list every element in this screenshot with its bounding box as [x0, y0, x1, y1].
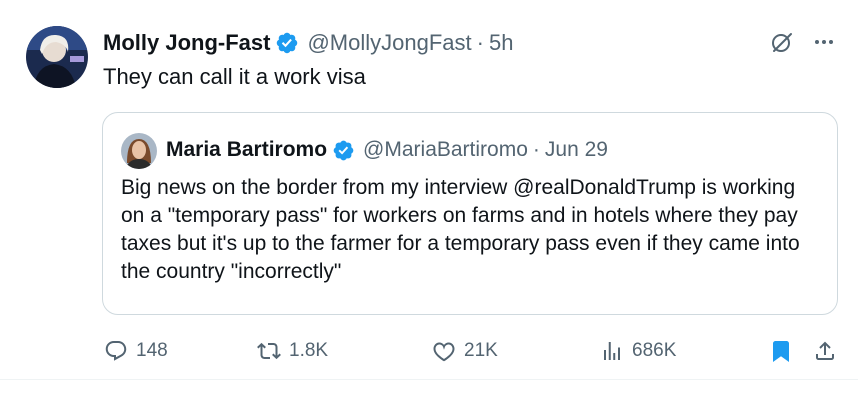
- repost-icon: [257, 342, 281, 360]
- repost-button[interactable]: 1.8K: [257, 331, 328, 371]
- quoted-tweet-date[interactable]: Jun 29: [545, 138, 608, 162]
- bookmark-icon: [773, 341, 789, 362]
- verified-badge-icon: [275, 31, 299, 55]
- bookmark-button[interactable]: [769, 331, 793, 371]
- views-icon: [604, 342, 620, 360]
- author-name[interactable]: Molly Jong-Fast: [103, 30, 270, 56]
- verified-badge-icon: [332, 139, 355, 162]
- repost-count: 1.8K: [289, 340, 329, 361]
- share-icon: [816, 341, 834, 360]
- separator-dot: ·: [476, 30, 484, 55]
- reply-count: 148: [136, 340, 168, 361]
- more-icon[interactable]: [812, 30, 836, 54]
- reply-icon: [105, 341, 127, 361]
- like-icon: [433, 342, 455, 362]
- tweet-time[interactable]: 5h: [489, 30, 513, 56]
- quoted-author-handle[interactable]: @MariaBartiromo: [363, 138, 528, 162]
- reply-button[interactable]: 148: [104, 331, 168, 371]
- tweet-text: They can call it a work visa: [103, 64, 366, 89]
- quoted-author-name[interactable]: Maria Bartiromo: [166, 138, 327, 162]
- tweet-top-actions: [770, 30, 836, 54]
- views-button[interactable]: 686K: [600, 331, 676, 371]
- quoted-tweet-text: Big news on the border from my interview…: [121, 176, 800, 283]
- quoted-tweet-header: Maria Bartiromo @MariaBartiromo · Jun 29: [166, 136, 608, 164]
- like-button[interactable]: 21K: [432, 331, 498, 371]
- tweet[interactable]: Molly Jong-Fast @MollyJongFast · 5h They: [0, 0, 858, 380]
- tweet-header: Molly Jong-Fast @MollyJongFast · 5h: [103, 29, 513, 57]
- separator-dot: ·: [532, 138, 540, 161]
- grok-icon[interactable]: [770, 30, 794, 54]
- views-count: 686K: [632, 340, 677, 361]
- author-handle[interactable]: @MollyJongFast: [307, 30, 471, 56]
- share-button[interactable]: [813, 331, 837, 371]
- quoted-author-avatar[interactable]: [121, 133, 157, 169]
- quoted-tweet[interactable]: Maria Bartiromo @MariaBartiromo · Jun 29…: [102, 112, 838, 315]
- author-avatar[interactable]: [26, 26, 88, 88]
- tweet-action-bar: 148 1.8K 21K 686K: [0, 331, 858, 371]
- like-count: 21K: [464, 340, 498, 361]
